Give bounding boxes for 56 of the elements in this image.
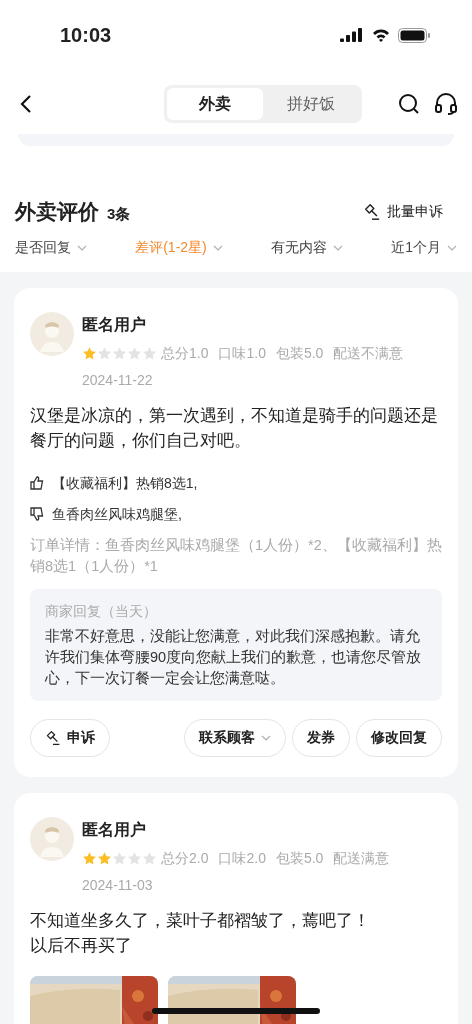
caret-icon xyxy=(77,244,87,251)
reply-text: 非常不好意思，没能让您满意，对此我们深感抱歉。请允许我们集体弯腰90度向您献上我们的歉意，也请您尽管放心，下一次订餐一定会让您满意哒。 xyxy=(45,626,423,688)
liked-dishes: 【收藏福利】热销8选1, xyxy=(52,473,198,493)
signal-icon xyxy=(340,28,364,42)
star-icon xyxy=(142,850,157,866)
caret-icon xyxy=(261,734,271,741)
score-text: 配送不满意 xyxy=(333,343,404,363)
caret-icon xyxy=(212,244,223,251)
user-name: 匿名用户 xyxy=(82,314,147,335)
star-icon xyxy=(82,850,97,866)
tab[interactable]: 外卖 xyxy=(167,88,263,120)
star-icon xyxy=(82,345,97,361)
score-text: 配送满意 xyxy=(333,848,390,868)
review-date: 2024-11-03 xyxy=(82,875,154,895)
star-icon xyxy=(127,345,142,361)
score-text: 总分2.0 xyxy=(161,848,209,868)
status-time: 10:03 xyxy=(60,23,112,48)
review-text: 以后不再买了 xyxy=(30,934,133,957)
avatar-icon xyxy=(30,816,74,861)
filter-dropdown[interactable]: 有无内容 xyxy=(270,237,343,258)
thumbs-down-icon xyxy=(30,507,44,521)
score-text: 总分1.0 xyxy=(161,343,209,363)
filter-dropdown[interactable]: 是否回复 xyxy=(15,237,87,258)
caret-icon xyxy=(332,244,343,251)
score-text: 包装5.0 xyxy=(275,343,324,363)
filter-dropdown[interactable]: 近1个月 xyxy=(391,237,457,258)
score-text: 包装5.0 xyxy=(275,848,324,868)
thumbs-up-icon xyxy=(30,476,44,490)
order-detail: 订单详情：鱼香肉丝风味鸡腿堡（1人份）*2、【收藏福利】热销8选1（1人份）*1 xyxy=(30,535,442,576)
caret-icon xyxy=(446,244,457,251)
reply-title: 商家回复（当天） xyxy=(45,601,158,621)
battery-icon xyxy=(398,27,430,43)
user-name: 匿名用户 xyxy=(82,819,147,840)
batch-appeal-button[interactable]: 批量申诉 xyxy=(363,201,457,223)
gavel-icon xyxy=(363,202,381,221)
review-text: 不知道坐多久了，菜叶子都褶皱了，蔫吧了！ xyxy=(30,909,371,932)
avatar-icon xyxy=(30,311,74,356)
gavel-icon xyxy=(45,729,61,746)
score-text: 口味2.0 xyxy=(218,848,266,868)
back-icon xyxy=(20,95,32,113)
headset-icon[interactable] xyxy=(434,93,458,115)
tab[interactable]: 拼好饭 xyxy=(263,88,359,120)
star-icon xyxy=(112,345,127,361)
review-count: 3条 xyxy=(107,204,131,224)
section-title: 外卖评价 xyxy=(15,199,99,225)
star-icon xyxy=(142,345,157,361)
search-icon[interactable] xyxy=(398,93,420,115)
score-text: 口味1.0 xyxy=(218,343,266,363)
star-icon xyxy=(112,850,127,866)
review-text: 汉堡是冰凉的，第一次遇到，不知道是骑手的问题还是餐厅的问题，你们自己对吧。 xyxy=(30,404,439,452)
disliked-dishes: 鱼香肉丝风味鸡腿堡, xyxy=(52,504,182,524)
star-icon xyxy=(127,850,142,866)
review-date: 2024-11-22 xyxy=(82,370,154,390)
wifi-icon xyxy=(372,28,390,42)
star-icon xyxy=(97,850,112,866)
star-icon xyxy=(97,345,112,361)
